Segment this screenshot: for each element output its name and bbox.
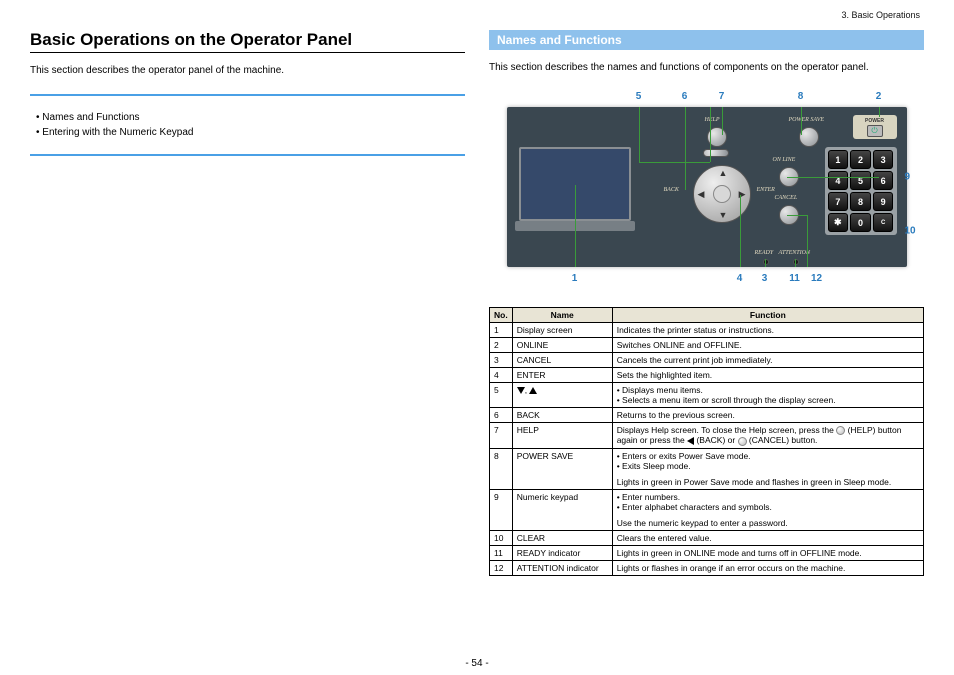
key-2[interactable]: 2: [850, 150, 871, 169]
attention-label: ATTENTION: [779, 250, 810, 256]
key-star[interactable]: ✱: [828, 213, 849, 232]
leader-line: [575, 185, 576, 267]
scroll-button[interactable]: [703, 149, 729, 157]
key-0[interactable]: 0: [850, 213, 871, 232]
table-row: 5, Displays menu items.Selects a menu it…: [490, 383, 924, 408]
callout-7: 7: [719, 91, 725, 102]
callout-11: 11: [789, 273, 800, 284]
intro-text: This section describes the names and fun…: [489, 62, 924, 73]
key-1[interactable]: 1: [828, 150, 849, 169]
leader-line: [795, 259, 796, 267]
table-row: 6BACKReturns to the previous screen.: [490, 408, 924, 423]
leader-line: [787, 177, 879, 178]
ready-led: [763, 259, 769, 265]
key-8[interactable]: 8: [850, 192, 871, 211]
section-heading: Names and Functions: [489, 30, 924, 50]
leader-line: [710, 107, 711, 162]
leader-line: [740, 195, 741, 267]
key-4[interactable]: 4: [828, 171, 849, 190]
page-number: - 54 -: [0, 658, 954, 669]
leader-line: [722, 107, 723, 135]
callout-2: 2: [876, 91, 882, 102]
key-9[interactable]: 9: [873, 192, 894, 211]
table-row: 9Numeric keypadEnter numbers.Enter alpha…: [490, 489, 924, 530]
callout-1: 1: [572, 273, 578, 284]
leader-line: [765, 259, 766, 267]
key-clear[interactable]: C: [873, 213, 894, 232]
intro-text: This section describes the operator pane…: [30, 65, 465, 76]
leader-line: [639, 162, 710, 163]
power-button[interactable]: POWER ⏻: [853, 115, 897, 139]
table-row: 1Display screenIndicates the printer sta…: [490, 323, 924, 338]
table-row: 10CLEARClears the entered value.: [490, 530, 924, 545]
callout-6: 6: [682, 91, 688, 102]
leader-line: [801, 107, 802, 135]
right-column: Names and Functions This section describ…: [489, 30, 924, 576]
leader-line: [787, 215, 807, 216]
th-func: Function: [612, 308, 923, 323]
back-label: BACK: [664, 187, 679, 193]
enter-label: ENTER: [757, 187, 775, 193]
operator-panel: HELP BACK ENTER ▲ ▼ ◀ ▶ ON LINE CANCEL: [507, 107, 907, 267]
numeric-keypad[interactable]: 1 2 3 4 5 6 7 8 9 ✱ 0 C: [825, 147, 897, 235]
table-row: 11READY indicatorLights in green in ONLI…: [490, 545, 924, 560]
page-title: Basic Operations on the Operator Panel: [30, 30, 465, 53]
key-6[interactable]: 6: [873, 171, 894, 190]
breadcrumb: 3. Basic Operations: [841, 10, 920, 20]
dpad[interactable]: ▲ ▼ ◀ ▶: [693, 165, 751, 223]
th-name: Name: [512, 308, 612, 323]
table-row: 12ATTENTION indicatorLights or flashes i…: [490, 560, 924, 575]
callout-9: 9: [905, 172, 911, 183]
toc-item[interactable]: Names and Functions: [36, 112, 465, 123]
attention-led: [793, 259, 799, 265]
key-5[interactable]: 5: [850, 171, 871, 190]
callout-10: 10: [905, 226, 916, 237]
key-3[interactable]: 3: [873, 150, 894, 169]
th-no: No.: [490, 308, 513, 323]
leader-line: [639, 107, 640, 162]
callout-4: 4: [737, 273, 743, 284]
left-column: Basic Operations on the Operator Panel T…: [30, 30, 465, 576]
powersave-label: POWER SAVE: [789, 117, 825, 123]
leader-line: [685, 107, 686, 190]
callout-5: 5: [636, 91, 642, 102]
ready-label: READY: [755, 250, 774, 256]
callout-3: 3: [762, 273, 768, 284]
callout-8: 8: [798, 91, 804, 102]
key-7[interactable]: 7: [828, 192, 849, 211]
help-label: HELP: [705, 117, 720, 123]
table-row: 8POWER SAVEEnters or exits Power Save mo…: [490, 448, 924, 489]
table-row: 2ONLINESwitches ONLINE and OFFLINE.: [490, 338, 924, 353]
divider: [30, 94, 465, 96]
toc-item[interactable]: Entering with the Numeric Keypad: [36, 127, 465, 138]
operator-panel-figure: 5 6 7 8 2 HELP BACK ENTER ▲: [497, 91, 917, 289]
functions-table: No. Name Function 1Display screenIndicat…: [489, 307, 924, 576]
cancel-label: CANCEL: [775, 195, 798, 201]
toc-list: Names and Functions Entering with the Nu…: [36, 112, 465, 138]
leader-line: [807, 215, 808, 267]
table-row: 7HELPDisplays Help screen. To close the …: [490, 423, 924, 449]
table-row: 4ENTERSets the highlighted item.: [490, 368, 924, 383]
table-row: 3CANCELCancels the current print job imm…: [490, 353, 924, 368]
callout-12: 12: [811, 273, 822, 284]
leader-line: [879, 107, 880, 117]
powersave-button[interactable]: [799, 127, 819, 147]
divider: [30, 154, 465, 156]
online-label: ON LINE: [773, 157, 796, 163]
